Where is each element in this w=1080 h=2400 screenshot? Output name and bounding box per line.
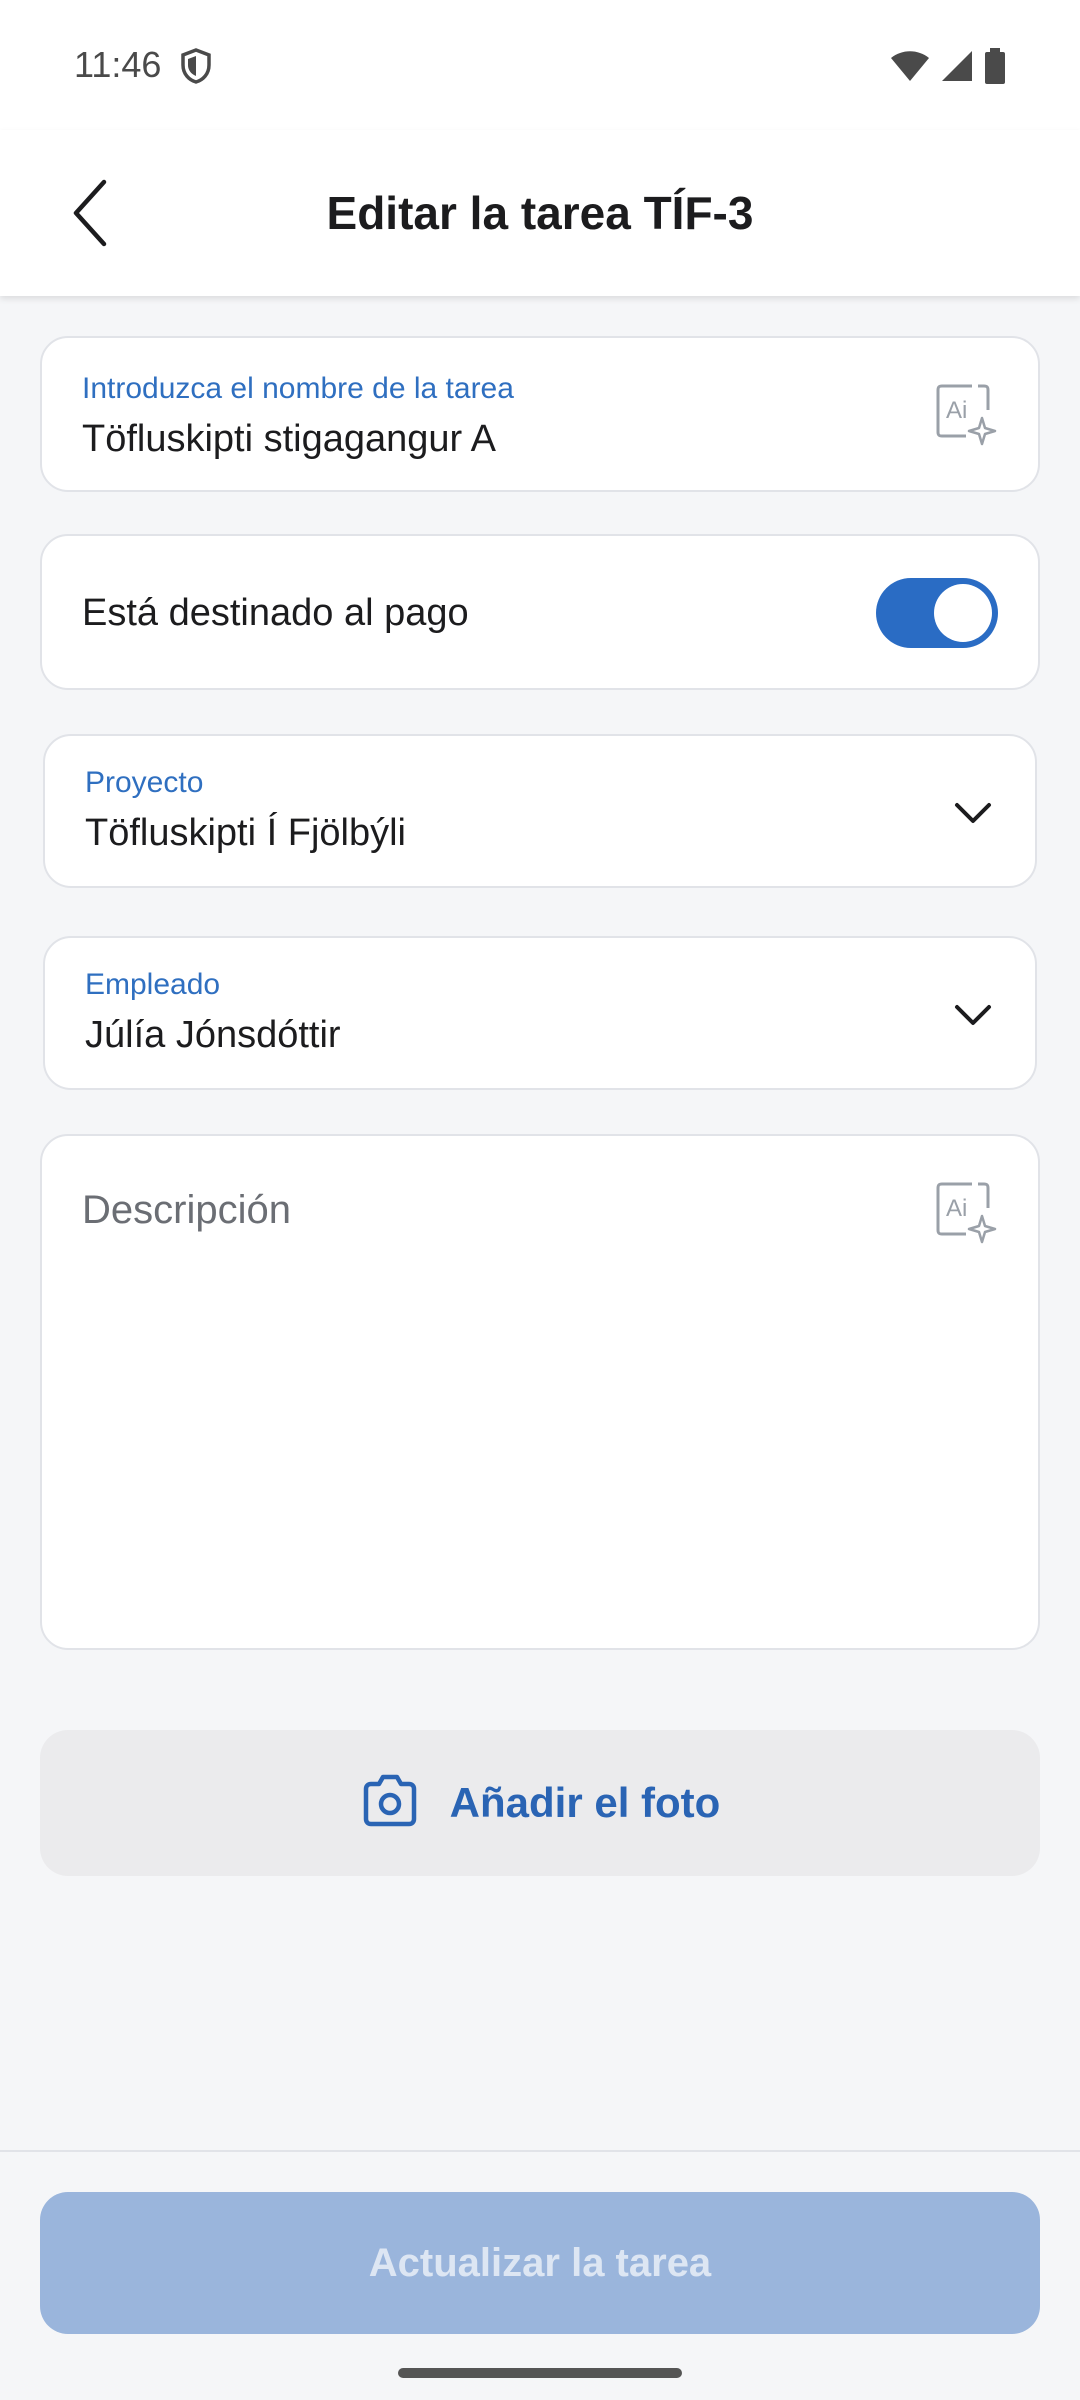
task-name-value[interactable]: Töfluskipti stigagangur A — [82, 418, 496, 461]
employee-dropdown[interactable]: Empleado Júlía Jónsdóttir — [43, 936, 1037, 1090]
employee-value: Júlía Jónsdóttir — [85, 1014, 341, 1056]
camera-icon — [360, 1773, 420, 1834]
project-label: Proyecto — [85, 766, 204, 799]
svg-text:Ai: Ai — [946, 397, 967, 424]
task-name-field[interactable]: Introduzca el nombre de la tarea Töflusk… — [40, 336, 1040, 492]
battery-icon — [984, 48, 1006, 89]
payment-toggle[interactable] — [876, 578, 998, 648]
payment-label: Está destinado al pago — [82, 592, 469, 634]
chevron-down-icon — [951, 791, 995, 835]
status-bar: 11:46 — [0, 0, 1080, 130]
payment-toggle-row[interactable]: Está destinado al pago — [40, 534, 1040, 690]
shield-icon — [180, 48, 212, 89]
toggle-knob — [934, 584, 992, 642]
app-bar: Editar la tarea TÍF-3 — [0, 130, 1080, 296]
signal-icon — [940, 49, 974, 88]
ai-text-icon[interactable]: Ai — [932, 1178, 998, 1244]
chevron-down-icon — [951, 993, 995, 1037]
page-title: Editar la tarea TÍF-3 — [326, 187, 754, 239]
task-name-label: Introduzca el nombre de la tarea — [82, 372, 514, 405]
svg-text:Ai: Ai — [946, 1195, 967, 1222]
employee-label: Empleado — [85, 968, 221, 1001]
description-placeholder: Descripción — [82, 1188, 291, 1232]
add-photo-button[interactable]: Añadir el foto — [40, 1730, 1040, 1876]
wifi-icon — [890, 49, 930, 88]
update-task-button[interactable]: Actualizar la tarea — [40, 2192, 1040, 2334]
add-photo-label: Añadir el foto — [449, 1779, 721, 1826]
description-field[interactable]: Descripción Ai — [40, 1134, 1040, 1650]
project-dropdown[interactable]: Proyecto Töfluskipti Í Fjölbýli — [43, 734, 1037, 888]
project-value: Töfluskipti Í Fjölbýli — [85, 812, 406, 854]
status-time: 11:46 — [74, 44, 162, 85]
ai-text-icon[interactable]: Ai — [932, 380, 998, 446]
bottom-bar: Actualizar la tarea — [0, 2150, 1080, 2400]
home-indicator[interactable] — [398, 2368, 682, 2378]
